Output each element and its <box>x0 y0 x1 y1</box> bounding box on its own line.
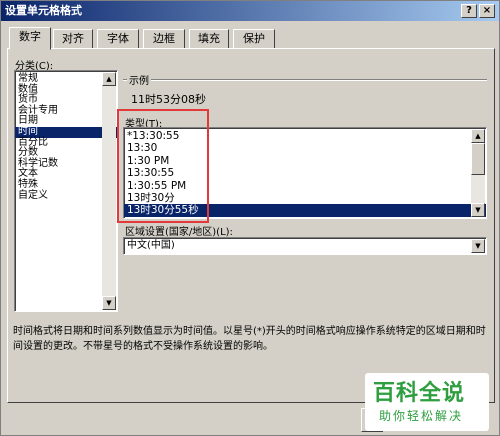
locale-label: 区域设置(国家/地区)(L): <box>125 227 233 238</box>
tab-font[interactable]: 字体 <box>97 29 139 49</box>
highlight-box <box>117 109 209 223</box>
category-list[interactable]: 常规 数值 货币 会计专用 日期 时间 百分比 分数 科学记数 文本 特殊 自定义 ▲ ▼ <box>14 70 118 312</box>
sample-value: 11时53分08秒 <box>131 93 206 106</box>
tab-alignment[interactable]: 对齐 <box>53 29 93 49</box>
scroll-down-icon[interactable]: ▼ <box>102 296 116 310</box>
scroll-up-icon[interactable]: ▲ <box>102 72 116 86</box>
tab-border[interactable]: 边框 <box>143 29 185 49</box>
tab-protection[interactable]: 保护 <box>233 29 275 49</box>
type-scrollbar[interactable]: ▲ ▼ <box>471 129 485 217</box>
locale-value: 中文(中国) <box>127 240 175 251</box>
format-cells-dialog: 设置单元格格式 ? × 数字 对齐 字体 边框 填充 保护 分类(C): 常规数… <box>0 0 500 436</box>
watermark-subtitle: 助你轻松解决 <box>379 409 464 423</box>
help-button[interactable]: ? <box>461 4 477 18</box>
scroll-down-icon[interactable]: ▼ <box>471 203 485 217</box>
chevron-down-icon[interactable]: ▼ <box>471 239 485 253</box>
scroll-thumb[interactable] <box>471 143 485 175</box>
locale-select[interactable]: 中文(中国) ▼ <box>123 237 487 255</box>
title-bar: 设置单元格格式 ? × <box>1 1 499 21</box>
category-scrollbar[interactable]: ▲ ▼ <box>102 72 116 310</box>
format-description: 时间格式将日期和时间系列数值显示为时间值。以星号(*)开头的时间格式响应操作系统… <box>13 326 486 352</box>
dialog-title: 设置单元格格式 <box>5 4 82 17</box>
watermark-title: 百科全说 <box>373 381 466 406</box>
close-button[interactable]: × <box>479 4 495 18</box>
tab-fill[interactable]: 填充 <box>189 29 229 49</box>
tab-number[interactable]: 数字 <box>9 27 51 50</box>
sample-label: 示例 <box>127 72 151 87</box>
watermark-logo: 百科全说 助你轻松解决 <box>365 373 489 431</box>
scroll-up-icon[interactable]: ▲ <box>471 129 485 143</box>
